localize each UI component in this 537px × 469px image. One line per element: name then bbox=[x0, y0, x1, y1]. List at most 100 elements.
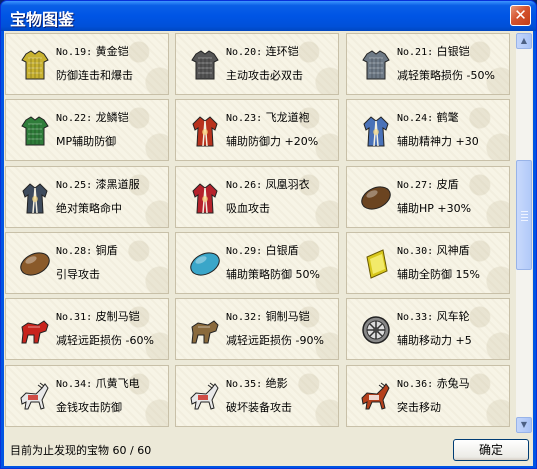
treasure-name: No.24: 鹤氅 bbox=[397, 109, 459, 125]
treasure-name-label: 风神盾 bbox=[436, 244, 470, 257]
treasure-item[interactable]: No.36: 赤兔马 突击移动 bbox=[346, 365, 510, 427]
treasure-effect: 突击移动 bbox=[397, 401, 441, 414]
treasure-item[interactable]: No.20: 连环铠 主动攻击必双击 bbox=[175, 33, 339, 95]
treasure-item[interactable]: No.19: 黄金铠 防御连击和爆击 bbox=[5, 33, 169, 95]
treasure-effect: 辅助精神力 +30 bbox=[397, 135, 479, 148]
treasure-effect: 吸血攻击 bbox=[226, 202, 270, 215]
treasure-name: No.31: 皮制马铠 bbox=[56, 308, 140, 324]
treasure-item[interactable]: No.33: 风车轮 辅助移动力 +5 bbox=[346, 298, 510, 360]
treasure-number: No.31: bbox=[56, 312, 93, 323]
treasure-name-label: 连环铠 bbox=[265, 45, 299, 58]
bronze-shield-icon bbox=[18, 247, 52, 281]
black-robe-icon bbox=[18, 181, 52, 215]
treasure-number: No.24: bbox=[397, 113, 434, 124]
treasure-number: No.28: bbox=[56, 246, 93, 257]
treasure-effect: 金钱攻击防御 bbox=[56, 401, 122, 414]
treasure-number: No.25: bbox=[56, 180, 93, 191]
treasure-name: No.30: 风神盾 bbox=[397, 242, 470, 258]
treasure-name: No.32: 铜制马铠 bbox=[226, 308, 310, 324]
treasure-name-label: 绝影 bbox=[265, 377, 288, 390]
treasure-item[interactable]: No.29: 白银盾辅助策略防御 50% bbox=[175, 232, 339, 294]
wind-god-shield-icon bbox=[359, 247, 393, 281]
discovered-count-text: 目前为止发现的宝物 60 / 60 bbox=[10, 444, 152, 457]
treasure-effect: 破坏装备攻击 bbox=[226, 401, 292, 414]
treasure-name-label: 黄金铠 bbox=[95, 45, 129, 58]
treasure-name: No.19: 黄金铠 bbox=[56, 43, 129, 59]
treasure-name-label: 铜制马铠 bbox=[265, 310, 310, 323]
silver-armor-icon bbox=[359, 48, 393, 82]
treasure-effect: 辅助移动力 +5 bbox=[397, 334, 472, 347]
treasure-name: No.20: 连环铠 bbox=[226, 43, 299, 59]
windmill-wheel-icon bbox=[359, 313, 393, 347]
treasure-name: No.22: 龙鳞铠 bbox=[56, 109, 129, 125]
treasure-number: No.32: bbox=[226, 312, 263, 323]
treasure-number: No.26: bbox=[226, 180, 263, 191]
treasure-number: No.35: bbox=[226, 379, 263, 390]
treasure-name-label: 凤凰羽衣 bbox=[265, 178, 310, 191]
treasure-name-label: 赤兔马 bbox=[436, 377, 470, 390]
window-title: 宝物图鉴 bbox=[10, 10, 75, 29]
treasure-name-label: 爪黄飞电 bbox=[95, 377, 140, 390]
treasure-number: No.27: bbox=[397, 180, 434, 191]
scroll-down-button[interactable]: ▼ bbox=[516, 417, 532, 433]
treasure-item[interactable]: No.25: 漆黑道服 绝对策略命中 bbox=[5, 166, 169, 228]
bronze-horse-armor-icon bbox=[188, 313, 222, 347]
horse-shadow-icon bbox=[188, 380, 222, 414]
treasure-catalog-window: 宝物图鉴 ✕ No.19: 黄金铠 防御连击和爆击 No.20: 连环铠 主动攻击必双… bbox=[0, 0, 537, 469]
treasure-name-label: 铜盾 bbox=[95, 244, 118, 257]
vertical-scrollbar[interactable]: ▲ ▼ bbox=[516, 33, 532, 433]
treasure-effect: 引导攻击 bbox=[56, 268, 100, 281]
treasure-name: No.23: 飞龙道袍 bbox=[226, 109, 310, 125]
treasure-item[interactable]: No.35: 绝影破坏装备攻击 bbox=[175, 365, 339, 427]
treasure-effect: 减轻远距损伤 -90% bbox=[226, 334, 324, 347]
treasure-number: No.22: bbox=[56, 113, 93, 124]
treasure-name-label: 鹤氅 bbox=[436, 111, 459, 124]
treasure-number: No.21: bbox=[397, 47, 434, 58]
treasure-item[interactable]: No.21: 白银铠减轻策略损伤 -50% bbox=[346, 33, 510, 95]
leather-horse-armor-icon bbox=[18, 313, 52, 347]
treasure-effect: 减轻远距损伤 -60% bbox=[56, 334, 154, 347]
leather-shield-icon bbox=[359, 181, 393, 215]
treasure-item[interactable]: No.32: 铜制马铠减轻远距损伤 -90% bbox=[175, 298, 339, 360]
silver-shield-icon bbox=[188, 247, 222, 281]
close-button[interactable]: ✕ bbox=[510, 5, 531, 26]
treasure-name: No.34: 爪黄飞电 bbox=[56, 375, 140, 391]
treasure-effect: 主动攻击必双击 bbox=[226, 69, 303, 82]
treasure-item[interactable]: No.27: 皮盾辅助HP +30% bbox=[346, 166, 510, 228]
treasure-name: No.21: 白银铠 bbox=[397, 43, 470, 59]
scroll-up-button[interactable]: ▲ bbox=[516, 33, 532, 49]
treasure-item[interactable]: No.34: 爪黄飞电 金钱攻击防御 bbox=[5, 365, 169, 427]
treasure-item[interactable]: No.22: 龙鳞铠 MP辅助防御 bbox=[5, 99, 169, 161]
crane-cloak-icon bbox=[359, 114, 393, 148]
dragon-scale-armor-icon bbox=[18, 114, 52, 148]
treasure-effect: MP辅助防御 bbox=[56, 135, 117, 148]
title-bar[interactable]: 宝物图鉴 ✕ bbox=[1, 1, 536, 31]
treasure-name-label: 龙鳞铠 bbox=[95, 111, 129, 124]
treasure-effect: 减轻策略损伤 -50% bbox=[397, 69, 495, 82]
treasure-name-label: 漆黑道服 bbox=[95, 178, 140, 191]
treasure-number: No.34: bbox=[56, 379, 93, 390]
treasure-name: No.33: 风车轮 bbox=[397, 308, 470, 324]
treasure-number: No.23: bbox=[226, 113, 263, 124]
treasure-item[interactable]: No.30: 风神盾 辅助全防御 15% bbox=[346, 232, 510, 294]
phoenix-robe-icon bbox=[188, 181, 222, 215]
treasure-item[interactable]: No.28: 铜盾引导攻击 bbox=[5, 232, 169, 294]
treasure-name: No.29: 白银盾 bbox=[226, 242, 299, 258]
treasure-item[interactable]: No.23: 飞龙道袍 辅助防御力 +20% bbox=[175, 99, 339, 161]
treasure-name: No.25: 漆黑道服 bbox=[56, 176, 140, 192]
scroll-thumb[interactable] bbox=[516, 160, 532, 270]
chain-armor-icon bbox=[188, 48, 222, 82]
treasure-effect: 辅助策略防御 50% bbox=[226, 268, 320, 281]
treasure-effect: 辅助HP +30% bbox=[397, 202, 472, 215]
treasure-item[interactable]: No.24: 鹤氅辅助精神力 +30 bbox=[346, 99, 510, 161]
treasure-effect: 绝对策略命中 bbox=[56, 202, 122, 215]
red-hare-horse-icon bbox=[359, 380, 393, 414]
treasure-item[interactable]: No.31: 皮制马铠减轻远距损伤 -60% bbox=[5, 298, 169, 360]
treasure-item[interactable]: No.26: 凤凰羽衣吸血攻击 bbox=[175, 166, 339, 228]
treasure-number: No.20: bbox=[226, 47, 263, 58]
treasure-name-label: 白银盾 bbox=[265, 244, 299, 257]
treasure-name-label: 皮盾 bbox=[436, 178, 459, 191]
treasure-number: No.19: bbox=[56, 47, 93, 58]
ok-button[interactable]: 确定 bbox=[453, 439, 529, 461]
client-area: No.19: 黄金铠 防御连击和爆击 No.20: 连环铠 主动攻击必双击 No.21:… bbox=[4, 31, 533, 466]
